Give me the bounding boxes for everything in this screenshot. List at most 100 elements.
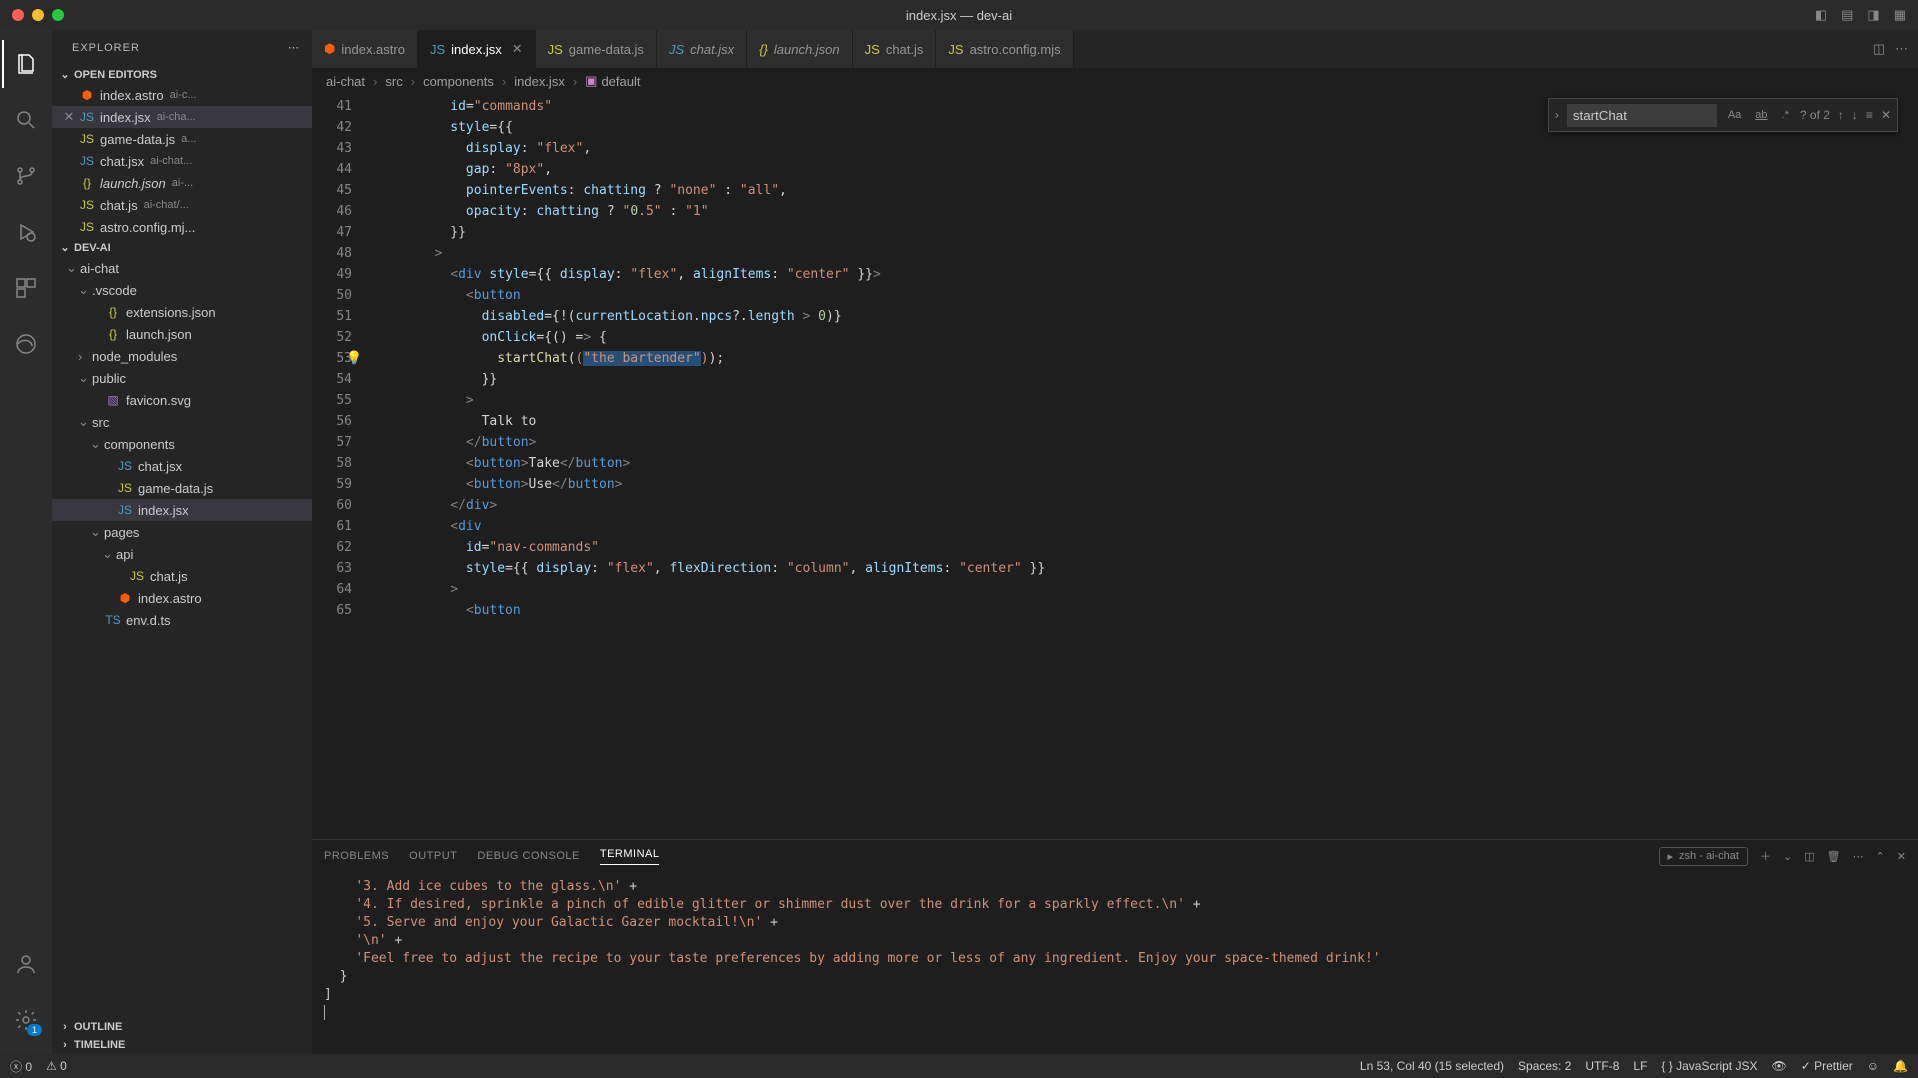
split-terminal-icon[interactable]: ◫ <box>1804 850 1814 863</box>
folder-item[interactable]: ⌄public <box>52 367 312 389</box>
breadcrumb-item[interactable]: src <box>385 74 402 89</box>
file-item[interactable]: TSenv.d.ts <box>52 609 312 631</box>
editor-body[interactable]: 4142434445464748495051525354555657585960… <box>312 94 1918 839</box>
activity-explorer[interactable] <box>2 40 50 88</box>
status-warnings[interactable]: ⚠ 0 <box>46 1059 67 1073</box>
ts-file-icon: TS <box>104 613 122 627</box>
activity-account[interactable] <box>2 940 50 988</box>
find-regex-toggle[interactable]: .* <box>1779 107 1792 123</box>
file-item[interactable]: JSchat.js <box>52 565 312 587</box>
editor-tab[interactable]: JSindex.jsx✕ <box>418 30 536 68</box>
editor-tab[interactable]: JSchat.jsx <box>657 30 747 68</box>
layout-panel-icon[interactable]: ▤ <box>1841 7 1853 23</box>
breadcrumb-item[interactable]: default <box>601 74 640 89</box>
open-editor-item[interactable]: ⬢index.astroai-c... <box>52 84 312 106</box>
status-encoding[interactable]: UTF-8 <box>1585 1059 1619 1073</box>
breadcrumbs[interactable]: ai-chat›src›components›index.jsx›▣ defau… <box>312 68 1918 94</box>
folder-item[interactable]: ›node_modules <box>52 345 312 367</box>
panel-tab-debug-console[interactable]: DEBUG CONSOLE <box>477 850 579 862</box>
terminal-shell-icon: ▸ <box>1668 850 1674 863</box>
find-word-toggle[interactable]: ab <box>1752 107 1770 123</box>
open-editor-item[interactable]: JSastro.config.mj... <box>52 216 312 238</box>
layout-sidebar-left-icon[interactable]: ◧ <box>1815 7 1827 23</box>
kill-terminal-icon[interactable]: 🗑 <box>1827 850 1841 863</box>
project-header[interactable]: ⌄ DEV-AI <box>52 238 312 257</box>
outline-header[interactable]: › OUTLINE <box>52 1018 312 1036</box>
folder-item[interactable]: ⌄.vscode <box>52 279 312 301</box>
new-terminal-icon[interactable]: ＋ <box>1760 848 1771 864</box>
timeline-header[interactable]: › TIMELINE <box>52 1036 312 1054</box>
find-close-icon[interactable]: ✕ <box>1881 108 1891 122</box>
more-actions-icon[interactable]: ⋯ <box>1895 41 1908 57</box>
file-item[interactable]: JSchat.jsx <box>52 455 312 477</box>
folder-item[interactable]: ⌄src <box>52 411 312 433</box>
find-next-icon[interactable]: ↓ <box>1852 108 1858 122</box>
editor-tab[interactable]: ⬢index.astro <box>312 30 418 68</box>
split-editor-icon[interactable]: ◫ <box>1873 41 1885 57</box>
breadcrumb-item[interactable]: index.jsx <box>514 74 565 89</box>
file-item[interactable]: {}launch.json <box>52 323 312 345</box>
open-editor-item[interactable]: JSchat.jsai-chat/... <box>52 194 312 216</box>
folder-item[interactable]: ⌄ai-chat <box>52 257 312 279</box>
panel-tab-terminal[interactable]: TERMINAL <box>600 848 660 865</box>
panel-close-icon[interactable]: ✕ <box>1897 850 1906 863</box>
find-input[interactable] <box>1567 104 1717 127</box>
breadcrumb-item[interactable]: ai-chat <box>326 74 365 89</box>
activity-run-debug[interactable] <box>2 208 50 256</box>
activity-settings[interactable]: 1 <box>2 996 50 1044</box>
panel-maximize-icon[interactable]: ⌃ <box>1876 850 1885 863</box>
code-content[interactable]: id="commands" style={{ display: "flex", … <box>372 94 1918 839</box>
open-editors-header[interactable]: ⌄ OPEN EDITORS <box>52 65 312 84</box>
folder-item[interactable]: ⌄pages <box>52 521 312 543</box>
status-eye-icon[interactable]: 👁 <box>1771 1059 1786 1073</box>
terminal-dropdown-icon[interactable]: ⌄ <box>1783 850 1792 863</box>
terminal-output[interactable]: '3. Add ice cubes to the glass.\n' + '4.… <box>312 872 1918 1054</box>
find-case-toggle[interactable]: Aa <box>1725 107 1744 123</box>
open-editor-item[interactable]: {}launch.jsonai-... <box>52 172 312 194</box>
status-cursor[interactable]: Ln 53, Col 40 (15 selected) <box>1360 1059 1504 1073</box>
status-prettier[interactable]: ✓ Prettier <box>1801 1059 1853 1073</box>
file-item[interactable]: ▧favicon.svg <box>52 389 312 411</box>
maximize-window[interactable] <box>52 9 64 21</box>
find-expand-icon[interactable]: › <box>1555 108 1559 122</box>
folder-item[interactable]: ⌄api <box>52 543 312 565</box>
status-bell-icon[interactable]: 🔔 <box>1893 1059 1908 1073</box>
editor-tab[interactable]: JSastro.config.mjs <box>936 30 1073 68</box>
layout-sidebar-right-icon[interactable]: ◨ <box>1867 7 1879 23</box>
find-selection-icon[interactable]: ≡ <box>1866 108 1873 122</box>
file-item[interactable]: JSindex.jsx <box>52 499 312 521</box>
minimize-window[interactable] <box>32 9 44 21</box>
file-item[interactable]: {}extensions.json <box>52 301 312 323</box>
activity-edge[interactable] <box>2 320 50 368</box>
status-spaces[interactable]: Spaces: 2 <box>1518 1059 1571 1073</box>
panel-tab-output[interactable]: OUTPUT <box>409 850 457 862</box>
status-eol[interactable]: LF <box>1633 1059 1647 1073</box>
activity-search[interactable] <box>2 96 50 144</box>
find-prev-icon[interactable]: ↑ <box>1838 108 1844 122</box>
editor-tab[interactable]: {}launch.json <box>747 30 852 68</box>
status-feedback-icon[interactable]: ☺ <box>1867 1059 1879 1073</box>
open-editor-item[interactable]: JSgame-data.jsa... <box>52 128 312 150</box>
folder-item[interactable]: ⌄components <box>52 433 312 455</box>
status-errors[interactable]: ⓧ 0 <box>10 1058 32 1075</box>
status-language[interactable]: { } JavaScript JSX <box>1661 1059 1757 1073</box>
open-editor-item[interactable]: ✕JSindex.jsxai-cha... <box>52 106 312 128</box>
file-item[interactable]: JSgame-data.js <box>52 477 312 499</box>
activity-source-control[interactable] <box>2 152 50 200</box>
breadcrumb-item[interactable]: components <box>423 74 494 89</box>
editor-tab[interactable]: JSgame-data.js <box>536 30 657 68</box>
open-editor-item[interactable]: JSchat.jsxai-chat... <box>52 150 312 172</box>
close-window[interactable] <box>12 9 24 21</box>
panel-more-icon[interactable]: ⋯ <box>1853 850 1864 863</box>
editor-tab[interactable]: JSchat.js <box>853 30 937 68</box>
terminal-picker[interactable]: ▸ zsh - ai-chat <box>1659 847 1748 866</box>
panel-tab-problems[interactable]: PROBLEMS <box>324 850 389 862</box>
layout-customize-icon[interactable]: ▦ <box>1894 7 1906 23</box>
close-icon[interactable]: ✕ <box>60 109 78 125</box>
file-item[interactable]: ⬢index.astro <box>52 587 312 609</box>
close-icon[interactable]: ✕ <box>512 41 523 57</box>
sidebar-more-icon[interactable]: ⋯ <box>288 41 300 54</box>
activity-extensions[interactable] <box>2 264 50 312</box>
chevron-down-icon: ⌄ <box>58 241 72 254</box>
lightbulb-icon[interactable]: 💡 <box>346 348 362 369</box>
